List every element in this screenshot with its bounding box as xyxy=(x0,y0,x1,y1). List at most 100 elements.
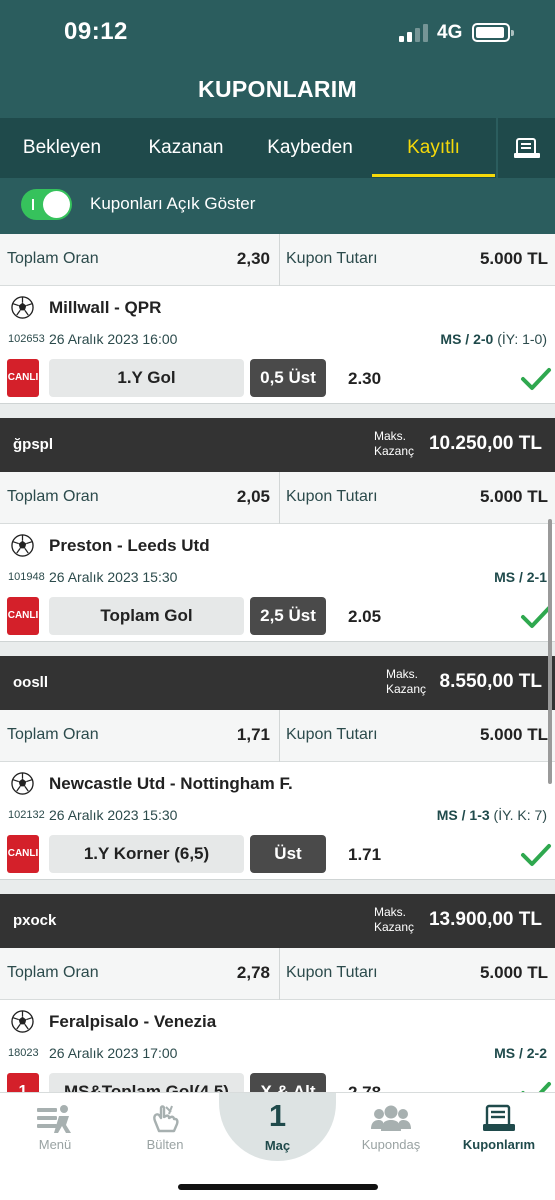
page-title: KUPONLARIM xyxy=(198,76,357,102)
scrollbar[interactable] xyxy=(548,519,552,784)
show-coupons-label: Kuponları Açık Göster xyxy=(90,194,256,213)
max-win-value: 8.550,00 TL xyxy=(439,671,542,692)
match-code: 101948 xyxy=(8,571,45,583)
match-card[interactable]: Millwall - QPR 102653 26 Aralık 2023 16:… xyxy=(0,286,555,404)
check-icon xyxy=(521,368,551,390)
bulletin-icon xyxy=(153,1105,179,1133)
coupon-name: pxock xyxy=(13,912,57,929)
tab-bar: Bekleyen Kazanan Kaybeden Kayıtlı xyxy=(0,118,555,178)
total-odds-label: Toplam Oran xyxy=(7,488,99,505)
market-label: Toplam Gol xyxy=(49,597,244,635)
nav-match[interactable]: 1 Maç xyxy=(219,1093,336,1161)
total-odds-label: Toplam Oran xyxy=(7,250,99,267)
match-result: MS / 2-1 xyxy=(494,569,547,585)
match-date: 26 Aralık 2023 15:30 xyxy=(49,807,178,823)
people-icon xyxy=(371,1105,411,1131)
total-odds-value: 2,05 xyxy=(236,487,270,506)
home-indicator[interactable] xyxy=(178,1184,378,1190)
tab-kayitli[interactable]: Kayıtlı xyxy=(372,118,495,178)
market-label: MS&Toplam Gol(4,5) xyxy=(49,1073,244,1092)
match-date: 26 Aralık 2023 17:00 xyxy=(49,1045,178,1061)
receipt-icon[interactable] xyxy=(498,118,555,178)
football-icon xyxy=(11,772,34,795)
max-win-value: 10.250,00 TL xyxy=(428,433,542,454)
total-odds-value: 1,71 xyxy=(236,725,270,744)
coupon-amount-value: 5.000 TL xyxy=(479,725,548,744)
odd-value: 2.30 xyxy=(348,369,382,388)
live-badge: CANLI xyxy=(7,359,39,397)
nav-kupondas[interactable]: Kupondaş xyxy=(336,1093,446,1163)
tab-kazanan[interactable]: Kazanan xyxy=(124,118,248,178)
status-time: 09:12 xyxy=(64,18,128,45)
match-result: MS / 1-3 (İY. K: 7) xyxy=(436,807,547,823)
match-name: Millwall - QPR xyxy=(49,298,162,317)
match-card[interactable]: Newcastle Utd - Nottingham F. 102132 26 … xyxy=(0,762,555,880)
match-count: 1 xyxy=(268,1098,287,1133)
header: 09:12 4G KUPONLARIM Bekleyen Kazanan Kay… xyxy=(0,0,555,234)
pick-label: 2,5 Üst xyxy=(250,597,326,635)
live-badge: CANLI xyxy=(7,835,39,873)
status-bar: 09:12 4G xyxy=(0,0,555,66)
coupon-header[interactable]: oosll Maks. Kazanç 8.550,00 TL xyxy=(0,656,555,710)
market-label: 1.Y Korner (6,5) xyxy=(49,835,244,873)
show-coupons-row: Kuponları Açık Göster xyxy=(0,178,555,234)
match-date: 26 Aralık 2023 16:00 xyxy=(49,331,178,347)
max-win-label: Maks. Kazanç xyxy=(374,905,415,934)
match-code: 102653 xyxy=(8,333,45,345)
coupon-amount-label: Kupon Tutarı xyxy=(286,964,378,981)
coupon-summary-row: Toplam Oran 1,71 Kupon Tutarı 5.000 TL xyxy=(0,710,555,762)
total-odds-label: Toplam Oran xyxy=(7,726,99,743)
nav-bulletin-label: Bülten xyxy=(146,1137,184,1152)
nav-bulletin[interactable]: Bülten xyxy=(110,1093,220,1163)
football-icon xyxy=(11,534,34,557)
show-coupons-toggle[interactable] xyxy=(21,189,72,220)
match-date: 26 Aralık 2023 15:30 xyxy=(49,569,178,585)
check-icon xyxy=(521,1082,551,1092)
football-icon xyxy=(11,296,34,319)
coupon-summary-row: Toplam Oran 2,30 Kupon Tutarı 5.000 TL xyxy=(0,234,555,286)
coupon-header[interactable]: ğpspl Maks. Kazanç 10.250,00 TL xyxy=(0,418,555,472)
coupon-amount-label: Kupon Tutarı xyxy=(286,488,378,505)
network-type: 4G xyxy=(437,22,463,43)
coupon-amount-value: 5.000 TL xyxy=(479,249,548,268)
match-result: MS / 2-0 (İY: 1-0) xyxy=(440,331,547,347)
match-result: MS / 2-2 xyxy=(494,1045,547,1061)
max-win-label: Maks. Kazanç xyxy=(374,429,415,458)
nav-menu[interactable]: Menü xyxy=(0,1093,110,1163)
total-odds-value: 2,30 xyxy=(236,249,270,268)
coupon-name: ğpspl xyxy=(13,436,53,453)
odd-value: 1.71 xyxy=(348,845,382,864)
event-number-badge: 1 xyxy=(7,1073,39,1092)
football-icon xyxy=(11,1010,34,1033)
coupon-summary-row: Toplam Oran 2,78 Kupon Tutarı 5.000 TL xyxy=(0,948,555,1000)
tab-kaybeden[interactable]: Kaybeden xyxy=(248,118,372,178)
menu-icon xyxy=(37,1105,71,1133)
check-icon xyxy=(521,844,551,866)
total-odds-label: Toplam Oran xyxy=(7,964,99,981)
bottom-nav: Menü Bülten 1 Maç Kupondaş Kuponlarım xyxy=(0,1092,555,1200)
match-code: 102132 xyxy=(8,809,45,821)
live-badge: CANLI xyxy=(7,597,39,635)
pick-label: 0,5 Üst xyxy=(250,359,326,397)
coupon-header[interactable]: pxock Maks. Kazanç 13.900,00 TL xyxy=(0,894,555,948)
coupon-summary-row: Toplam Oran 2,05 Kupon Tutarı 5.000 TL xyxy=(0,472,555,524)
odd-value: 2.05 xyxy=(348,607,382,626)
match-code: 18023 xyxy=(8,1047,39,1059)
tab-bekleyen[interactable]: Bekleyen xyxy=(0,118,124,178)
coupon-list[interactable]: Toplam Oran 2,30 Kupon Tutarı 5.000 TL M… xyxy=(0,234,555,1092)
nav-kuponlarim[interactable]: Kuponlarım xyxy=(444,1093,554,1163)
nav-match-label: Maç xyxy=(264,1138,291,1153)
coupon-amount-label: Kupon Tutarı xyxy=(286,250,378,267)
pick-label: Üst xyxy=(250,835,326,873)
max-win-label: Maks. Kazanç xyxy=(386,667,427,696)
match-name: Preston - Leeds Utd xyxy=(49,536,210,555)
battery-icon xyxy=(472,23,514,42)
match-card[interactable]: Feralpisalo - Venezia 18023 26 Aralık 20… xyxy=(0,1000,555,1092)
coupon-amount-value: 5.000 TL xyxy=(479,963,548,982)
max-win-value: 13.900,00 TL xyxy=(428,909,542,930)
market-label: 1.Y Gol xyxy=(49,359,244,397)
match-card[interactable]: Preston - Leeds Utd 101948 26 Aralık 202… xyxy=(0,524,555,642)
total-odds-value: 2,78 xyxy=(236,963,270,982)
signal-icon xyxy=(399,24,429,42)
coupon-amount-label: Kupon Tutarı xyxy=(286,726,378,743)
